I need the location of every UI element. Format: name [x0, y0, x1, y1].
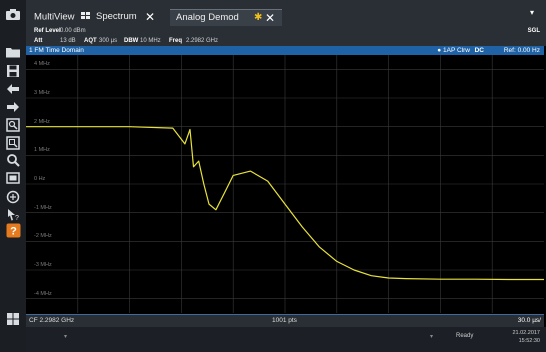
time-per-div: 30.0 µs/ — [517, 317, 541, 324]
magnifier-icon[interactable] — [3, 151, 23, 169]
ref-indicator: Ref: 0.00 Hz — [503, 47, 540, 54]
settings-row-2[interactable]: Att 13 dB AQT 300 µs DBW 10 MHz Freq 2.2… — [26, 36, 546, 46]
fm-time-domain-plot[interactable]: 4 MHz 3 MHz 2 MHz 1 MHz 0 Hz -1 MHz -2 MHz -3 M… — [26, 55, 544, 313]
close-icon[interactable]: ✕ — [264, 10, 276, 26]
window-title: 1 FM Time Domain — [29, 47, 84, 54]
att-value: 13 dB — [60, 38, 76, 44]
star-icon: ✱ — [254, 12, 263, 23]
window-title-bar[interactable]: 1 FM Time Domain ● 1AP Clrw DC Ref: 0.00… — [26, 46, 544, 55]
y-tick-label: 1 MHz — [34, 147, 50, 154]
ready-indicator-icon: ▾ — [430, 334, 434, 340]
y-tick-label: 2 MHz — [34, 118, 50, 125]
trace-info: ● 1AP Clrw — [437, 47, 470, 54]
aqt-label: AQT — [84, 38, 97, 44]
left-toolbar: ? ? — [0, 0, 26, 352]
sgl-indicator: SGL — [527, 28, 540, 34]
coupling-indicator: DC — [474, 47, 484, 54]
freq-label: Freq — [169, 38, 183, 44]
y-tick-label: 4 MHz — [34, 61, 50, 68]
close-icon[interactable]: ✕ — [144, 9, 156, 25]
plot-footer: CF 2.2982 GHz 1001 pts 30.0 µs/ — [26, 314, 544, 327]
help-icon[interactable]: ? — [3, 221, 23, 239]
y-tick-label: -1 MHz — [34, 204, 52, 211]
plot-canvas — [26, 55, 544, 313]
channel-tab-bar: MultiView Spectrum ✕ Analog Demod ✱ ✕ ▾ — [26, 0, 546, 27]
freq-value: 2.2982 GHz — [186, 38, 219, 44]
tab-menu-chevron-icon[interactable]: ▾ — [530, 8, 534, 17]
tab-analog-demod-label: Analog Demod — [176, 12, 239, 23]
ref-level-label: Ref Level — [34, 28, 61, 34]
y-tick-label: -3 MHz — [34, 262, 52, 268]
att-label: Att — [34, 38, 43, 44]
tab-spectrum[interactable]: Spectrum — [96, 9, 137, 25]
y-tick-label: 3 MHz — [34, 90, 50, 96]
window-icon[interactable] — [3, 169, 23, 187]
svg-text:?: ? — [10, 225, 17, 237]
camera-icon[interactable] — [3, 5, 23, 23]
status-ready: Ready — [456, 333, 474, 339]
dbw-value: 10 MHz — [140, 38, 161, 44]
grid-icon — [81, 9, 91, 25]
tab-multiview-label: MultiView — [34, 11, 75, 23]
undo-icon[interactable] — [3, 80, 23, 98]
aqt-value: 300 µs — [99, 38, 118, 44]
y-tick-label: -2 MHz — [34, 233, 52, 240]
y-tick-label: 0 Hz — [34, 176, 46, 182]
status-bar: ▾ ▾ Ready 21.02.2017 15:52:30 — [26, 327, 546, 352]
sequencer-icon[interactable] — [3, 188, 23, 206]
ref-level-value: 0.00 dBm — [60, 28, 86, 34]
redo-icon[interactable] — [3, 98, 23, 116]
save-icon[interactable] — [3, 62, 23, 80]
tab-multiview[interactable]: MultiView — [34, 9, 91, 25]
dbw-label: DBW — [124, 38, 139, 44]
center-frequency: CF 2.2982 GHz — [29, 317, 75, 324]
windows-start-icon[interactable] — [3, 310, 23, 328]
settings-row-1[interactable]: Ref Level 0.00 dBm SGL — [26, 26, 546, 36]
y-tick-label: -4 MHz — [34, 290, 52, 297]
status-time: 15:52:30 — [518, 338, 540, 344]
tab-analog-demod[interactable]: Analog Demod ✱ ✕ — [170, 9, 282, 27]
multi-zoom-icon[interactable] — [3, 134, 23, 152]
points-count: 1001 pts — [272, 317, 297, 324]
folder-open-icon[interactable] — [3, 43, 23, 61]
zoom-icon[interactable] — [3, 116, 23, 134]
status-date: 21.02.2017 — [512, 330, 540, 336]
status-dropdown-icon[interactable]: ▾ — [64, 333, 67, 340]
